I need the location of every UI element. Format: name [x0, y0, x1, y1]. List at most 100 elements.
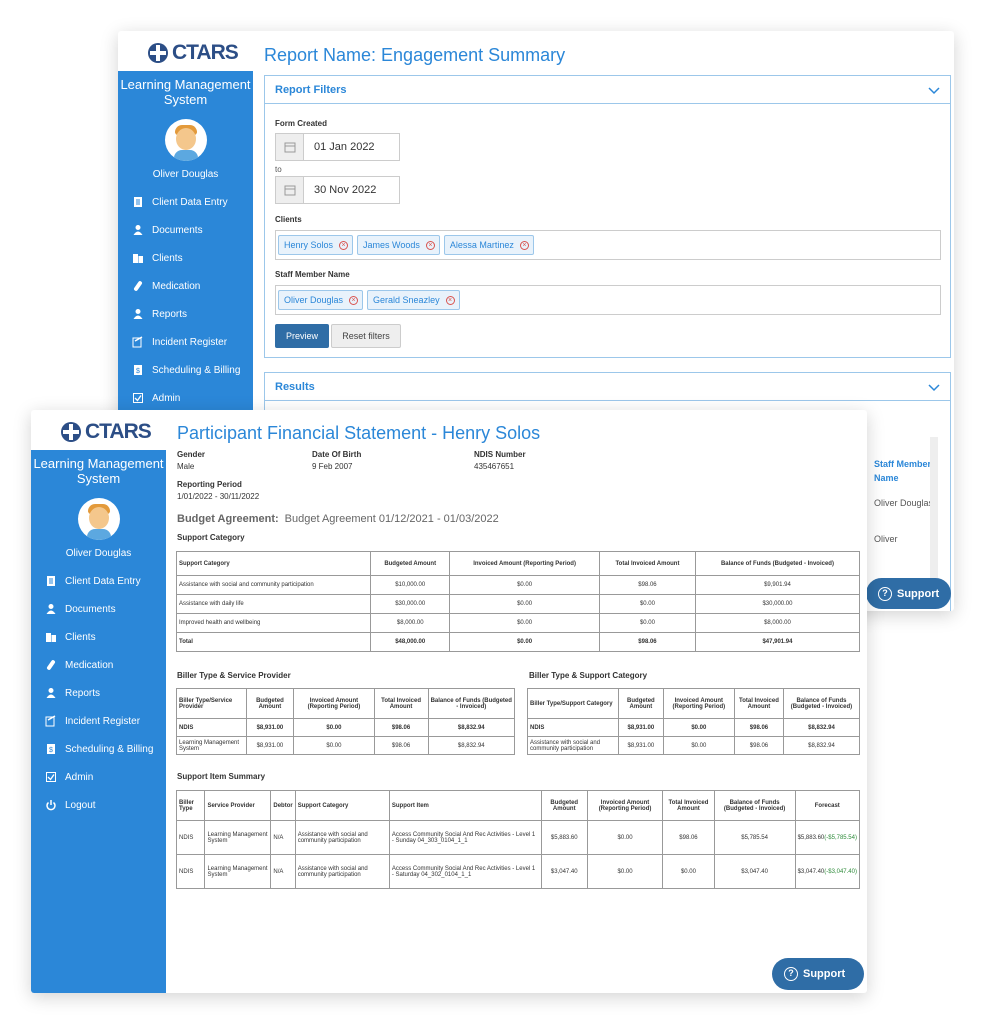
table-cell: $5,883.60(-$5,785.54)	[794, 820, 861, 855]
table-cell: Access Community Social And Rec Activiti…	[388, 854, 542, 889]
sidebar-item-label: Medication	[65, 659, 114, 671]
table-row: NDIS Learning Management System N/A Assista…	[175, 820, 861, 855]
reset-filters-button[interactable]: Reset filters	[331, 324, 401, 348]
budget-agreement: Budget Agreement: Budget Agreement 01/12/…	[177, 513, 499, 525]
column-header: Biller Type/Service Provider	[176, 688, 247, 719]
remove-tag-icon[interactable]: ×	[425, 240, 435, 250]
table-cell: $0.00	[293, 736, 375, 755]
ndis-value: 435467651	[474, 462, 515, 471]
calendar-icon	[284, 142, 295, 153]
table-row: NDIS Learning Management System N/A Assista…	[175, 854, 861, 889]
column-header: Support Category	[294, 790, 390, 821]
sidebar-item-medication[interactable]: Medication	[118, 272, 253, 300]
date-to-field[interactable]: 30 Nov 2022	[275, 176, 400, 204]
sidebar-item-medication[interactable]: Medication	[31, 651, 166, 679]
table-cell: $8,000.00	[694, 613, 861, 633]
clients-icon	[132, 252, 144, 264]
staff-tag: Gerald Sneazley ×	[367, 290, 460, 310]
column-header: Service Provider	[204, 790, 272, 821]
sidebar-item-label: Documents	[65, 603, 116, 615]
table-cell: $8,931.00	[618, 736, 664, 755]
table-cell: NDIS	[176, 718, 247, 737]
staff-member-cell: Oliver	[874, 534, 898, 544]
sidebar-item-label: Admin	[152, 392, 181, 404]
sidebar-item-scheduling-billing[interactable]: $ Scheduling & Billing	[118, 356, 253, 384]
sidebar-item-documents[interactable]: Documents	[118, 216, 253, 244]
sidebar-item-admin[interactable]: Admin	[31, 763, 166, 791]
table-cell: $98.06	[662, 820, 715, 855]
table-cell: Improved health and wellbeing	[175, 613, 372, 633]
column-header: Total Invoiced Amount	[662, 790, 715, 821]
report-filters-header[interactable]: Report Filters	[265, 76, 950, 104]
sidebar-item-admin[interactable]: Admin	[118, 384, 253, 412]
table-header-row: Biller Type/Service Provider Budgeted Amo…	[176, 688, 516, 719]
help-icon: ?	[878, 586, 892, 601]
table-cell: $0.00	[586, 820, 664, 855]
page-title: Report Name: Engagement Summary	[264, 45, 566, 65]
remove-tag-icon[interactable]: ×	[519, 240, 529, 250]
sidebar-title: Learning Management System	[120, 77, 251, 107]
clients-multiselect[interactable]: Henry Solos × James Woods × Alessa Martinez ×	[275, 230, 941, 260]
sidebar-item-incident-register[interactable]: Incident Register	[31, 707, 166, 735]
table-cell: $0.00	[449, 594, 600, 614]
sidebar-item-client-data-entry[interactable]: Client Data Entry	[118, 188, 253, 216]
form-created-label: Form Created	[275, 119, 328, 128]
tag-label: Alessa Martinez	[449, 240, 514, 250]
tag-label: Oliver Douglas	[284, 295, 344, 305]
table-header-row: Support Category Budgeted Amount Invoiced …	[175, 551, 861, 576]
ctars-logo-mark-icon	[61, 422, 81, 442]
column-header: Balance of Funds (Budgeted - Invoiced)	[713, 790, 796, 821]
ctars-logo: CTARS	[61, 420, 152, 444]
table-cell: $3,047.40	[540, 854, 588, 889]
period-info: Reporting Period 1/01/2022 - 30/11/2022	[177, 480, 259, 501]
table-cell: Assistance with daily life	[175, 594, 372, 614]
column-header: Support Category	[175, 551, 372, 576]
sidebar-item-clients[interactable]: Clients	[31, 623, 166, 651]
table-cell: $48,000.00	[370, 632, 451, 652]
sidebar-item-reports[interactable]: Reports	[31, 679, 166, 707]
column-header: Budgeted Amount	[370, 551, 451, 576]
table-cell: N/A	[270, 854, 296, 889]
date-from-field[interactable]: 01 Jan 2022	[275, 133, 400, 161]
pill-icon	[45, 659, 57, 671]
sidebar-item-clients[interactable]: Clients	[118, 244, 253, 272]
table-cell: Total	[175, 632, 372, 652]
sidebar-item-scheduling-billing[interactable]: $ Scheduling & Billing	[31, 735, 166, 763]
remove-tag-icon[interactable]: ×	[349, 295, 359, 305]
statement-window: CTARS Learning Management System Oliver …	[31, 410, 867, 993]
sidebar-item-documents[interactable]: Documents	[31, 595, 166, 623]
remove-tag-icon[interactable]: ×	[339, 240, 349, 250]
table-cell: N/A	[270, 820, 296, 855]
sidebar-item-logout[interactable]: Logout	[31, 791, 166, 819]
chevron-down-icon[interactable]	[928, 381, 940, 393]
support-button[interactable]: ? Support	[772, 958, 864, 990]
sidebar-item-incident-register[interactable]: Incident Register	[118, 328, 253, 356]
column-header: Biller Type	[175, 790, 206, 821]
sidebar-item-client-data-entry[interactable]: Client Data Entry	[31, 567, 166, 595]
sidebar-title: Learning Management System	[33, 456, 164, 486]
sidebar-item-reports[interactable]: Reports	[118, 300, 253, 328]
table-cell: $0.00	[449, 613, 600, 633]
chevron-down-icon[interactable]	[928, 84, 940, 96]
form-icon	[132, 196, 144, 208]
column-header: Budgeted Amount	[618, 688, 664, 719]
support-button[interactable]: ? Support	[866, 578, 951, 609]
table-row: Total $48,000.00 $0.00 $98.06 $47,901.94	[175, 632, 861, 652]
table-cell: $98.06	[373, 718, 429, 737]
remove-tag-icon[interactable]: ×	[445, 295, 455, 305]
sidebar-item-label: Incident Register	[152, 336, 228, 348]
table-row: NDIS $8,931.00 $0.00 $98.06 $8,832.94	[176, 718, 516, 737]
table-cell: Assistance with social and community par…	[294, 854, 390, 889]
check-icon	[45, 771, 57, 783]
results-header[interactable]: Results	[265, 373, 950, 401]
table-cell: $47,901.94	[694, 632, 861, 652]
preview-button[interactable]: Preview	[275, 324, 329, 348]
sidebar-item-label: Reports	[152, 308, 188, 320]
sidebar-menu: Client Data Entry Documents Clients Medicat…	[31, 567, 166, 819]
table-cell: $8,931.00	[245, 736, 295, 755]
staff-multiselect[interactable]: Oliver Douglas × Gerald Sneazley ×	[275, 285, 941, 315]
date-from-value: 01 Jan 2022	[314, 141, 375, 153]
svg-text:$: $	[49, 747, 53, 754]
forecast-variance: (-$3,047.40)	[824, 868, 857, 875]
client-tag: James Woods ×	[357, 235, 440, 255]
